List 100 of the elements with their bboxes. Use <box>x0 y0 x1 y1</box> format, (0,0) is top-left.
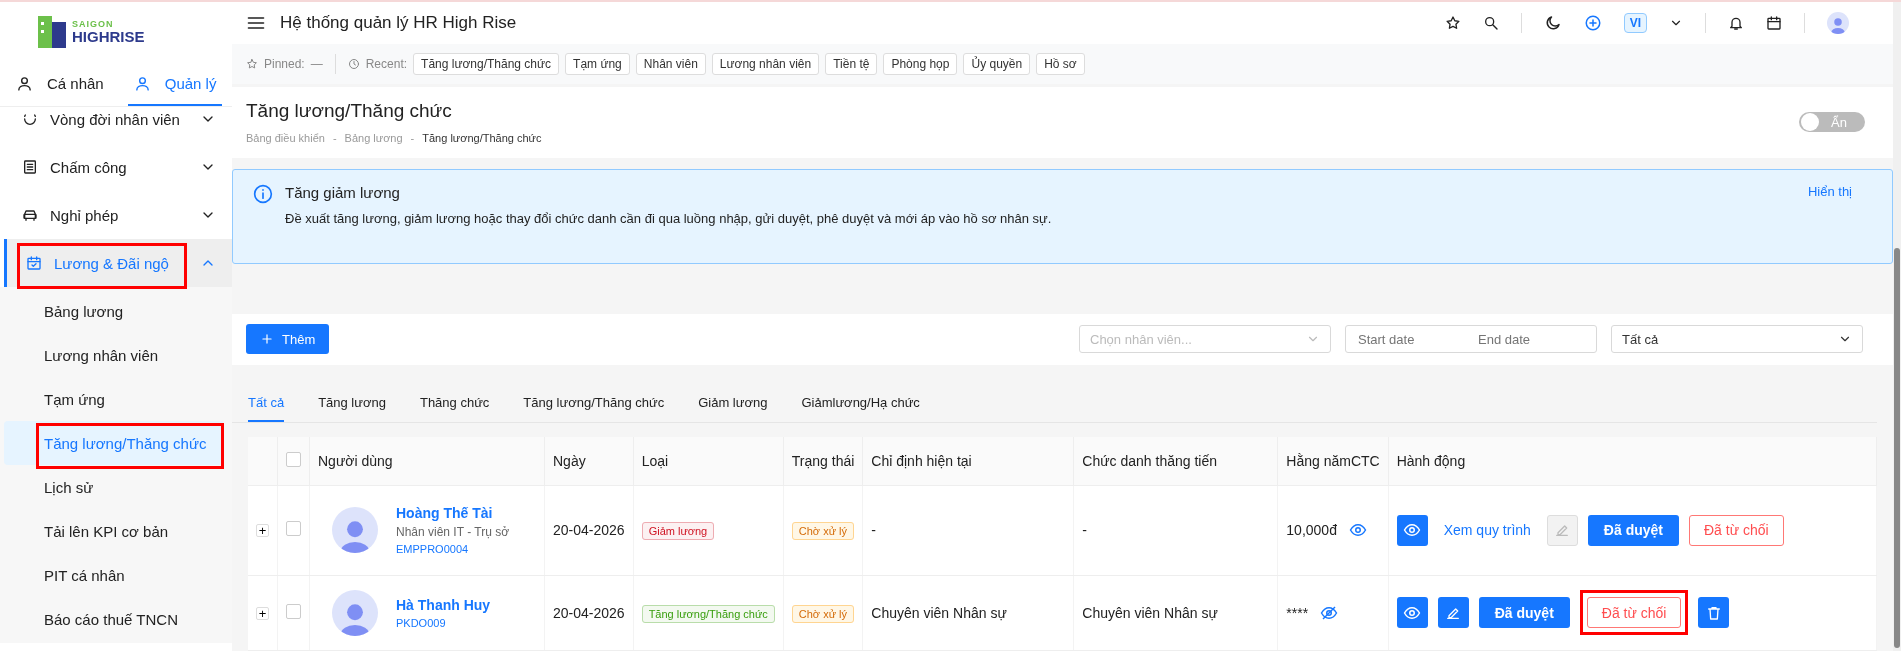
recent-chip[interactable]: Tăng lương/Thăng chức <box>413 53 560 75</box>
type-tag: Giảm lương <box>641 522 715 541</box>
breadcrumb[interactable]: Tăng lương/Thăng chức <box>422 132 542 145</box>
column-header: Chức danh thăng tiến <box>1082 453 1217 469</box>
date-text: 20-04-2026 <box>553 522 625 539</box>
status-select[interactable]: Tất cả <box>1611 325 1863 354</box>
recent-chip[interactable]: Ủy quyền <box>963 53 1031 75</box>
employee-name[interactable]: Hà Thanh Huy <box>396 597 491 613</box>
row-checkbox[interactable] <box>286 521 301 537</box>
column-header: Loại <box>641 453 669 469</box>
recent-chip[interactable]: Lương nhân viên <box>711 53 820 75</box>
approve-button[interactable]: Đã duyệt <box>1478 597 1570 629</box>
employee-name[interactable]: Hoàng Thế Tài <box>396 505 510 522</box>
approve-button[interactable]: Đã duyệt <box>1587 515 1679 546</box>
submenu-item[interactable]: Lịch sử <box>4 465 224 509</box>
current-title: Chuyên viên Nhân sự <box>871 605 1007 621</box>
menu-item-icon <box>22 111 38 127</box>
pencil-icon <box>1445 605 1462 621</box>
recent-chip[interactable]: Phòng họp <box>883 53 958 75</box>
clock-icon <box>347 58 360 70</box>
menu-item-icon <box>26 255 42 271</box>
column-header: Hằng nămCTC <box>1286 453 1380 469</box>
submenu-item[interactable]: Tạm ứng <box>4 377 224 421</box>
menu-item-icon <box>22 159 38 175</box>
status-tag: Chờ xử lý <box>791 522 854 541</box>
filter-tab[interactable]: Thăng chức <box>419 385 490 422</box>
alert-text: Đề xuất tăng lương, giảm lương hoặc thay đổi chức danh cần đi qua luồng nhập, gửi duyệt, phê duyệt và mới áp vào hồ sơ nhân sự. <box>285 210 1053 226</box>
employee-code: PKDO009 <box>396 617 447 629</box>
column-header: Ngày <box>553 453 586 469</box>
pinned-value: — <box>310 57 323 71</box>
building-logo-icon <box>38 16 68 48</box>
delete-button[interactable] <box>1698 597 1730 629</box>
sidebar-item[interactable]: Lương & Đãi ngộ <box>4 239 232 287</box>
submenu-item[interactable]: PIT cá nhân <box>4 553 224 597</box>
edit-button[interactable] <box>1437 597 1469 629</box>
logo-text: HIGHRISE <box>72 29 145 44</box>
plus-circle-icon <box>1583 14 1602 33</box>
promoted-title: Chuyên viên Nhân sự <box>1082 605 1218 621</box>
column-header: Trạng thái <box>791 453 855 469</box>
recent-chip[interactable]: Nhân viên <box>635 53 706 75</box>
breadcrumb-separator: - <box>332 132 337 145</box>
sidebar-item[interactable]: Chấm công <box>0 143 232 191</box>
row-checkbox[interactable] <box>286 604 301 619</box>
filter-tab[interactable]: Giảm lương <box>698 385 768 422</box>
current-title: - <box>871 522 876 539</box>
recent-chip[interactable]: Tạm ứng <box>565 53 630 75</box>
date-text: 20-04-2026 <box>553 605 625 621</box>
recent-chip[interactable]: Hồ sơ <box>1036 53 1085 75</box>
user-icon <box>133 74 151 92</box>
user-icon <box>16 74 33 92</box>
end-date-input[interactable]: End date <box>1476 330 1580 348</box>
search-icon <box>1482 15 1499 32</box>
avatar-silhouette <box>332 507 378 554</box>
filter-tab[interactable]: Tăng lương <box>318 385 386 422</box>
filter-tab[interactable]: Giảmlương/Hạ chức <box>801 385 920 422</box>
avatar-silhouette <box>332 590 378 636</box>
recent-label: Recent: <box>365 57 408 71</box>
workflow-link[interactable]: Xem quy trình <box>1437 522 1537 539</box>
sidebar-tab[interactable]: Quản lý <box>127 62 223 106</box>
view-button[interactable] <box>1396 515 1428 546</box>
info-icon <box>253 183 273 204</box>
ctc-value: **** <box>1286 605 1309 621</box>
type-tag: Tăng lương/Thăng chức <box>641 605 775 623</box>
logo-text: SAIGON <box>72 20 115 29</box>
sidebar-item[interactable]: Nghỉ phép <box>0 191 232 239</box>
column-header: Chỉ định hiện tại <box>871 453 972 469</box>
eye-icon <box>1403 604 1422 622</box>
app-title: Hệ thống quản lý HR High Rise <box>280 13 518 34</box>
date-range-field[interactable]: Start date End date <box>1345 325 1597 354</box>
page-title: Tăng lương/Thăng chức <box>246 100 453 123</box>
submenu-item[interactable]: Bảng lương <box>4 289 224 333</box>
menu-item-icon <box>22 207 38 223</box>
bell-icon <box>1728 15 1744 32</box>
filter-tab[interactable]: Tất cả <box>248 385 285 422</box>
select-all-checkbox[interactable] <box>286 452 301 467</box>
calendar-icon <box>1766 15 1782 32</box>
alert-title: Tăng giảm lương <box>285 183 401 201</box>
plus-icon <box>260 332 274 347</box>
column-header: Người dùng <box>318 453 393 469</box>
submenu-item[interactable]: Báo cáo thuế TNCN <box>4 597 224 641</box>
pinned-label: Pinned: <box>264 57 305 71</box>
star-icon <box>1444 15 1461 32</box>
view-button[interactable] <box>1396 597 1428 629</box>
promoted-title: - <box>1082 522 1087 539</box>
user-avatar[interactable] <box>1827 12 1849 35</box>
submenu-item[interactable]: Tải lên KPI cơ bản <box>4 509 224 553</box>
submenu-item[interactable]: Lương nhân viên <box>4 333 224 377</box>
ctc-value: 10,000đ <box>1286 522 1337 539</box>
start-date-input[interactable]: Start date <box>1356 330 1460 348</box>
breadcrumb-separator: - <box>410 132 415 145</box>
employee-code: EMPPRO0004 <box>396 543 470 556</box>
expand-row-button[interactable]: + <box>256 607 269 620</box>
expand-row-button[interactable]: + <box>256 524 269 538</box>
recent-chip[interactable]: Tiền tệ <box>825 53 878 75</box>
add-button[interactable]: Thêm <box>246 324 330 355</box>
eye-off-icon[interactable] <box>1320 604 1339 622</box>
employee-position: Nhân viên IT - Trụ sở <box>396 525 510 540</box>
filter-tab[interactable]: Tăng lương/Thăng chức <box>523 385 665 422</box>
show-link[interactable]: Hiển thị <box>1807 183 1872 249</box>
language-selector[interactable]: VI <box>1623 13 1647 34</box>
